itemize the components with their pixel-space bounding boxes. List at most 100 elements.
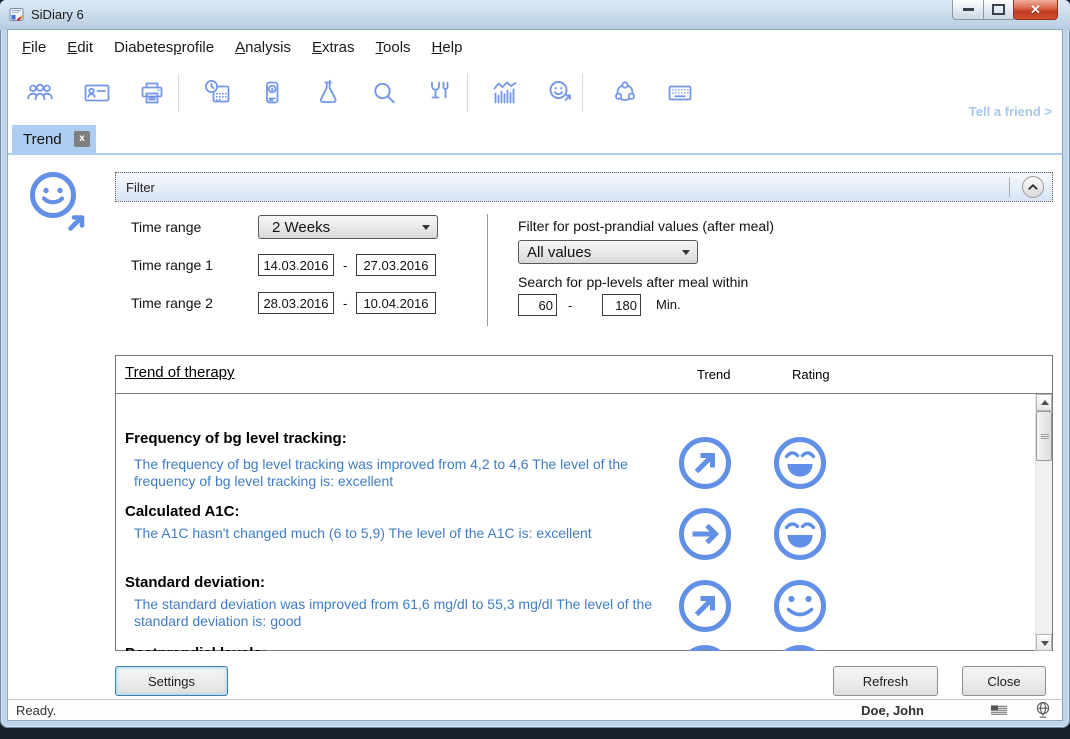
tab-underline <box>8 153 1062 155</box>
row-description: The A1C hasn't changed much (6 to 5,9) T… <box>134 525 592 541</box>
toolbar-separator <box>467 74 468 112</box>
time-range-label: Time range <box>131 219 202 235</box>
filter-divider <box>487 214 488 326</box>
pp-search-label: Search for pp-levels after meal within <box>518 274 749 290</box>
row-heading: Standard deviation: <box>125 574 266 591</box>
tell-a-friend-link[interactable]: Tell a friend > <box>969 104 1052 119</box>
chevron-down-icon <box>682 250 690 259</box>
circle-icon-clipped <box>688 645 722 651</box>
arrow-right-circle-icon <box>679 508 731 560</box>
tab-label: Trend <box>23 130 62 148</box>
pp-unit-label: Min. <box>656 297 681 312</box>
statistics-icon[interactable] <box>490 78 520 108</box>
chevron-up-icon <box>1028 184 1038 190</box>
time-range1-to-input[interactable] <box>356 254 436 276</box>
pp-from-input[interactable] <box>518 294 557 316</box>
time-range1-from-input[interactable] <box>258 254 334 276</box>
trend-list-viewport: Frequency of bg level tracking: The freq… <box>116 394 1035 651</box>
filter-panel: Filter Time range 2 Weeks Time range 1 1… <box>115 172 1053 340</box>
arrow-up-right-circle-icon <box>679 437 731 489</box>
pp-filter-value: All values <box>527 244 592 261</box>
refresh-button[interactable]: Refresh <box>833 666 938 696</box>
chevron-down-icon <box>422 225 430 234</box>
tab-trend[interactable]: Trend x <box>12 125 96 153</box>
keyboard-icon[interactable] <box>665 78 695 108</box>
pp-filter-label: Filter for post-prandial values (after m… <box>518 218 774 234</box>
app-window: SiDiary 6 ✕ File Edit Diabetesprofile An… <box>0 0 1070 728</box>
close-window-button[interactable]: ✕ <box>1013 0 1058 20</box>
pp-to-input[interactable] <box>602 294 641 316</box>
status-bar: Ready. Doe, John <box>8 699 1062 720</box>
menu-tools[interactable]: Tools <box>376 39 411 56</box>
trend-column-header: Trend <box>697 367 731 382</box>
lab-flask-icon[interactable] <box>313 78 343 108</box>
row-heading: Calculated A1C: <box>125 503 240 520</box>
minimize-icon <box>962 8 974 11</box>
laughing-smiley-icon <box>774 437 826 489</box>
toolbar-separator <box>178 74 179 112</box>
menu-bar: File Edit Diabetesprofile Analysis Extra… <box>8 30 1062 64</box>
window-controls: ✕ <box>952 0 1058 20</box>
current-user: Doe, John <box>861 703 924 718</box>
scroll-down-button[interactable] <box>1036 634 1052 651</box>
client-area: File Edit Diabetesprofile Analysis Extra… <box>8 30 1062 720</box>
scroll-up-button[interactable] <box>1036 394 1052 411</box>
arrow-up-icon <box>1041 400 1049 405</box>
minimize-button[interactable] <box>952 0 984 20</box>
trend-panel-title: Trend of therapy <box>125 364 235 381</box>
main-content: Filter Time range 2 Weeks Time range 1 1… <box>8 156 1062 700</box>
toolbar: Tell a friend > <box>8 64 1062 122</box>
users-icon[interactable] <box>25 78 55 108</box>
time-range-value: 2 Weeks <box>272 219 331 236</box>
time-range-dropdown[interactable]: 2 Weeks <box>258 215 438 239</box>
nutrition-icon[interactable] <box>423 78 453 108</box>
rating-column-header: Rating <box>792 367 830 382</box>
settings-button[interactable]: Settings <box>115 666 228 696</box>
smiling-smiley-icon <box>774 580 826 632</box>
menu-file[interactable]: File <box>22 39 46 56</box>
patient-card-icon[interactable] <box>82 78 112 108</box>
menu-diabetesprofile[interactable]: Diabetesprofile <box>114 39 214 56</box>
circle-icon-clipped <box>783 645 817 651</box>
print-icon[interactable] <box>137 78 167 108</box>
collapse-button[interactable] <box>1022 176 1044 198</box>
scrollbar[interactable] <box>1035 394 1052 651</box>
globe-icon[interactable] <box>1034 701 1052 719</box>
pp-filter-dropdown[interactable]: All values <box>518 240 698 264</box>
window-title: SiDiary 6 <box>31 7 84 22</box>
arrow-up-right-circle-icon <box>679 580 731 632</box>
menu-extras[interactable]: Extras <box>312 39 355 56</box>
menu-help[interactable]: Help <box>432 39 463 56</box>
language-flag-icon[interactable] <box>990 704 1008 716</box>
time-range2-from-input[interactable] <box>258 292 334 314</box>
search-icon[interactable] <box>369 78 399 108</box>
share-icon[interactable] <box>610 78 640 108</box>
glucose-meter-icon[interactable] <box>257 78 287 108</box>
maximize-button[interactable] <box>983 0 1014 20</box>
scrollbar-thumb[interactable] <box>1036 411 1052 461</box>
row-heading: Postprandial levels: <box>125 645 267 651</box>
screen: SiDiary 6 ✕ File Edit Diabetesprofile An… <box>0 0 1070 739</box>
close-icon: ✕ <box>1030 2 1041 17</box>
tab-strip: Trend x <box>8 122 1062 156</box>
menu-edit[interactable]: Edit <box>67 39 93 56</box>
range-dash: - <box>343 296 348 311</box>
status-text: Ready. <box>16 703 57 718</box>
row-heading: Frequency of bg level tracking: <box>125 430 347 447</box>
tab-close-icon[interactable]: x <box>74 131 90 147</box>
row-description: The frequency of bg level tracking was i… <box>134 456 628 489</box>
trend-smiley-large-icon <box>30 172 85 231</box>
close-button[interactable]: Close <box>962 666 1046 696</box>
filter-panel-header[interactable]: Filter <box>115 172 1053 202</box>
thumb-grip <box>1041 434 1049 439</box>
time-range2-to-input[interactable] <box>356 292 436 314</box>
menu-analysis[interactable]: Analysis <box>235 39 291 56</box>
time-range2-label: Time range 2 <box>131 295 213 311</box>
calendar-clock-icon[interactable] <box>203 78 233 108</box>
trend-smiley-icon[interactable] <box>545 78 575 108</box>
header-separator <box>1009 178 1010 197</box>
time-range1-label: Time range 1 <box>131 257 213 273</box>
filter-panel-body: Time range 2 Weeks Time range 1 - Time r… <box>115 202 1053 340</box>
arrow-down-icon <box>1041 641 1049 646</box>
range-dash: - <box>343 258 348 273</box>
